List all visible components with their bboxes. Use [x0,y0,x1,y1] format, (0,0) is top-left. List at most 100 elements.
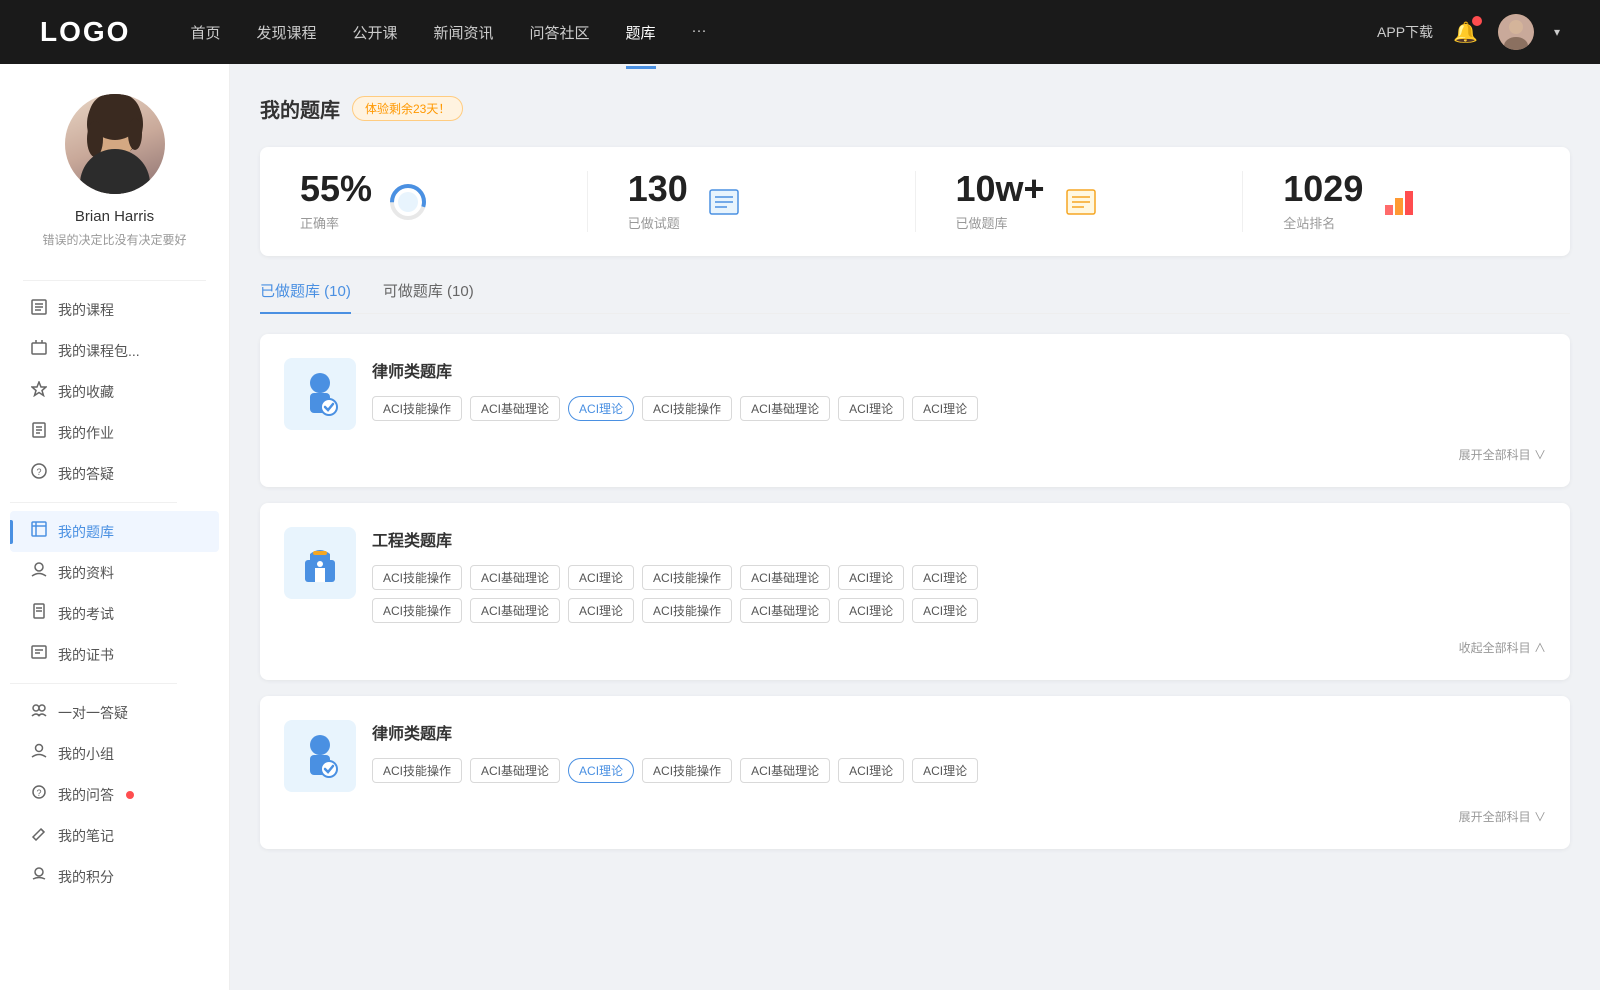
sidebar-item-cert[interactable]: 我的证书 [10,634,219,675]
sidebar-item-qbank[interactable]: 我的题库 [10,511,219,552]
nav-discover[interactable]: 发现课程 [256,18,316,47]
lawyer-tag-2[interactable]: ACI理论 [568,396,634,421]
nav-more[interactable]: ··· [692,18,707,47]
page-header: 我的题库 体验剩余23天！ [260,94,1570,123]
sidebar-item-my-qa[interactable]: ? 我的答疑 [10,453,219,494]
qbank-card-engineer-header: 工程类题库 ACI技能操作 ACI基础理论 ACI理论 ACI技能操作 ACI基… [284,527,1546,623]
content-area: 我的题库 体验剩余23天！ 55% 正确率 [230,64,1600,990]
topnav: LOGO 首页 发现课程 公开课 新闻资讯 问答社区 题库 ··· APP下载 … [0,0,1600,64]
tab-todo[interactable]: 可做题库 (10) [383,280,474,313]
sidebar-item-question[interactable]: ? 我的问答 [10,774,219,815]
user-dropdown-arrow[interactable]: ▾ [1554,25,1560,39]
stat-done-banks-label: 已做题库 [956,213,1045,232]
qbank-lawyer2-tags: ACI技能操作 ACI基础理论 ACI理论 ACI技能操作 ACI基础理论 AC… [372,758,1546,783]
qbank-engineer-title-wrap: 工程类题库 ACI技能操作 ACI基础理论 ACI理论 ACI技能操作 ACI基… [372,527,1546,623]
eng-tag-r1-4[interactable]: ACI基础理论 [740,565,830,590]
stat-rank-label: 全站排名 [1283,213,1363,232]
eng-tag-r2-2[interactable]: ACI理论 [568,598,634,623]
sidebar-item-group[interactable]: 我的小组 [10,733,219,774]
stat-accuracy-label: 正确率 [300,213,372,232]
eng-tag-r1-2[interactable]: ACI理论 [568,565,634,590]
homework-icon [30,422,48,443]
stat-done-q-label: 已做试题 [628,213,688,232]
nav-qa[interactable]: 问答社区 [530,18,590,47]
lawyer2-tag-2[interactable]: ACI理论 [568,758,634,783]
avatar-image [1498,14,1534,50]
notification-badge [1472,16,1482,26]
qbank-engineer-tags-row1: ACI技能操作 ACI基础理论 ACI理论 ACI技能操作 ACI基础理论 AC… [372,565,1546,590]
sidebar-item-my-courses[interactable]: 我的课程 [10,289,219,330]
eng-tag-r2-3[interactable]: ACI技能操作 [642,598,732,623]
svg-text:?: ? [36,788,41,798]
sidebar-item-notes[interactable]: 我的笔记 [10,815,219,856]
eng-tag-r2-4[interactable]: ACI基础理论 [740,598,830,623]
qbank-lawyer-title: 律师类题库 [372,358,1546,382]
qbank-card-lawyer-header: 律师类题库 ACI技能操作 ACI基础理论 ACI理论 ACI技能操作 ACI基… [284,358,1546,430]
question-badge [126,791,134,799]
exam-icon [30,603,48,624]
lawyer2-tag-0[interactable]: ACI技能操作 [372,758,462,783]
eng-tag-r1-1[interactable]: ACI基础理论 [470,565,560,590]
profile-label: 我的资料 [58,563,114,583]
qbank-engineer-expand[interactable]: 收起全部科目 ∧ [284,639,1546,656]
app-download-link[interactable]: APP下载 [1377,22,1433,42]
sidebar-item-collect[interactable]: 我的收藏 [10,371,219,412]
qbank-lawyer2-expand[interactable]: 展开全部科目 ∨ [284,808,1546,825]
lawyer2-tag-3[interactable]: ACI技能操作 [642,758,732,783]
stat-done-q-value: 130 [628,171,688,207]
lawyer-tag-0[interactable]: ACI技能操作 [372,396,462,421]
sidebar-motto: 错误的决定比没有决定要好 [42,231,186,248]
qbank-lawyer-expand[interactable]: 展开全部科目 ∨ [284,446,1546,463]
eng-tag-r1-5[interactable]: ACI理论 [838,565,904,590]
lawyer2-tag-5[interactable]: ACI理论 [838,758,904,783]
notes-label: 我的笔记 [58,826,114,846]
tab-done[interactable]: 已做题库 (10) [260,280,351,313]
eng-tag-r2-0[interactable]: ACI技能操作 [372,598,462,623]
eng-tag-r2-5[interactable]: ACI理论 [838,598,904,623]
stat-accuracy: 55% 正确率 [260,171,588,232]
sidebar-item-profile[interactable]: 我的资料 [10,552,219,593]
nav-home[interactable]: 首页 [190,18,220,47]
my-courses-label: 我的课程 [58,300,114,320]
sidebar-item-one-on-one[interactable]: 一对一答疑 [10,692,219,733]
sidebar-item-homework[interactable]: 我的作业 [10,412,219,453]
lawyer-tag-4[interactable]: ACI基础理论 [740,396,830,421]
sidebar-item-exam[interactable]: 我的考试 [10,593,219,634]
homework-label: 我的作业 [58,423,114,443]
eng-tag-r1-3[interactable]: ACI技能操作 [642,565,732,590]
lawyer-tag-6[interactable]: ACI理论 [912,396,978,421]
lawyer2-tag-4[interactable]: ACI基础理论 [740,758,830,783]
group-icon [30,743,48,764]
qbank-engineer-tags-row2: ACI技能操作 ACI基础理论 ACI理论 ACI技能操作 ACI基础理论 AC… [372,598,1546,623]
qbank-card-lawyer: 律师类题库 ACI技能操作 ACI基础理论 ACI理论 ACI技能操作 ACI基… [260,334,1570,487]
eng-tag-r2-6[interactable]: ACI理论 [912,598,978,623]
user-avatar[interactable] [1498,14,1534,50]
lawyer-tag-5[interactable]: ACI理论 [838,396,904,421]
sidebar-divider-1 [23,280,206,281]
nav-qbank[interactable]: 题库 [626,18,656,47]
lawyer-tag-3[interactable]: ACI技能操作 [642,396,732,421]
one-on-one-label: 一对一答疑 [58,703,128,723]
cert-label: 我的证书 [58,645,114,665]
svg-text:?: ? [36,467,41,477]
eng-tag-r1-6[interactable]: ACI理论 [912,565,978,590]
cert-icon [30,644,48,665]
page-title: 我的题库 [260,94,340,123]
logo: LOGO [40,16,130,48]
qbank-engineer-icon-wrap [284,527,356,599]
sidebar-item-course-pack[interactable]: 我的课程包... [10,330,219,371]
lawyer-tag-1[interactable]: ACI基础理论 [470,396,560,421]
qbank-lawyer2-title-wrap: 律师类题库 ACI技能操作 ACI基础理论 ACI理论 ACI技能操作 ACI基… [372,720,1546,783]
eng-tag-r1-0[interactable]: ACI技能操作 [372,565,462,590]
lawyer2-tag-1[interactable]: ACI基础理论 [470,758,560,783]
notification-bell[interactable]: 🔔 [1453,20,1478,45]
points-icon [30,866,48,887]
lawyer2-tag-6[interactable]: ACI理论 [912,758,978,783]
nav-open[interactable]: 公开课 [352,18,397,47]
eng-tag-r2-1[interactable]: ACI基础理论 [470,598,560,623]
tabs-row: 已做题库 (10) 可做题库 (10) [260,280,1570,314]
qbank-card-engineer: 工程类题库 ACI技能操作 ACI基础理论 ACI理论 ACI技能操作 ACI基… [260,503,1570,680]
qbank-lawyer2-title: 律师类题库 [372,720,1546,744]
sidebar-item-points[interactable]: 我的积分 [10,856,219,897]
nav-news[interactable]: 新闻资讯 [434,18,494,47]
